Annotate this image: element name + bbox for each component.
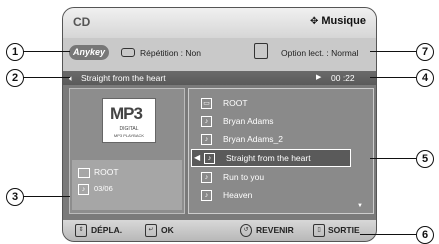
note-icon: ♪: [201, 116, 212, 127]
top-bar: CD ✥ Musique: [63, 8, 376, 38]
now-playing-bar: 🔈︎ Straight from the heart ▶ 00 :22: [63, 71, 376, 85]
note-icon: ✥: [309, 16, 319, 27]
anykey-button[interactable]: Anykey: [69, 45, 110, 60]
callout-3: 3: [6, 188, 24, 206]
list-item[interactable]: ♪ Bryan Adams: [189, 113, 373, 129]
list-item-root[interactable]: ▭ ROOT: [189, 95, 373, 111]
mp3-logo-digital: DIGITAL: [119, 126, 139, 132]
play-icon: ▶: [316, 74, 322, 81]
track-count: 03/06: [94, 184, 113, 193]
info-panel: MP3 DIGITAL MP3 PLAYBACK ROOT ♪ 03/06: [69, 88, 185, 214]
callout-2: 2: [6, 69, 24, 87]
list-item-label: Bryan Adams_2: [223, 134, 284, 144]
callout-7: 7: [416, 43, 434, 61]
folder-name: ROOT: [94, 167, 119, 177]
return-label[interactable]: REVENIR: [256, 225, 294, 235]
bottom-bar: ⇕ DÉPLA. ↵ OK ↺ REVENIR ▯ SORTIE: [63, 220, 376, 241]
move-label[interactable]: DÉPLA.: [91, 225, 122, 235]
list-item-label: Run to you: [223, 172, 265, 182]
speaker-icon: ◀: [194, 153, 201, 162]
list-item-label: Bryan Adams: [223, 116, 274, 126]
exit-icon: ▯: [313, 224, 325, 237]
scroll-down-icon[interactable]: ▼: [357, 203, 363, 209]
note-icon: ♪: [204, 153, 215, 164]
read-option-status[interactable]: Option lect. : Normal: [281, 48, 358, 58]
callout-3-line: [23, 196, 70, 197]
page-title: CD: [73, 15, 91, 29]
move-icon: ⇕: [75, 224, 87, 237]
callout-5: 5: [416, 150, 434, 168]
folder-info: ROOT ♪ 03/06: [72, 160, 182, 210]
callout-2-line: [23, 77, 70, 78]
exit-label[interactable]: SORTIE: [328, 225, 360, 235]
repeat-icon: [121, 48, 135, 57]
read-option-icon: [254, 43, 268, 59]
info-bar: Anykey Répétition : Non Option lect. : N…: [63, 38, 376, 71]
repeat-status[interactable]: Répétition : Non: [140, 48, 201, 58]
callout-7-line: [370, 51, 416, 52]
list-item-label: Straight from the heart: [226, 153, 311, 163]
current-track-title: Straight from the heart: [81, 73, 166, 83]
return-icon: ↺: [240, 224, 252, 237]
ok-label[interactable]: OK: [161, 225, 174, 235]
mp3-logo-playback: MP3 PLAYBACK: [113, 133, 145, 138]
folder-icon: [78, 168, 90, 178]
callout-6: 6: [416, 226, 434, 244]
elapsed-time: 00 :22: [331, 73, 355, 83]
callout-1: 1: [6, 43, 24, 61]
list-item-label: ROOT: [223, 98, 248, 108]
callout-6-line: [360, 234, 416, 235]
note-icon: ♪: [201, 190, 212, 201]
note-icon: ♪: [201, 134, 212, 145]
file-list: ▭ ROOT ♪ Bryan Adams ♪ Bryan Adams_2 ◀ ♪…: [188, 88, 374, 214]
list-item[interactable]: ♪ Run to you: [189, 169, 373, 185]
speaker-icon: 🔈︎: [69, 74, 74, 83]
mp3-logo: MP3 DIGITAL MP3 PLAYBACK: [102, 98, 156, 143]
list-item-selected[interactable]: ◀ ♪ Straight from the heart: [191, 149, 351, 167]
mode-label: ✥ Musique: [309, 15, 366, 27]
ok-icon: ↵: [145, 224, 157, 237]
callout-5-line: [370, 158, 416, 159]
mp3-logo-text: MP3: [110, 104, 143, 123]
callout-4: 4: [416, 69, 434, 87]
note-icon: ♪: [201, 172, 212, 183]
folder-icon: ▭: [201, 98, 212, 109]
callout-4-line: [370, 77, 416, 78]
note-icon: ♪: [78, 184, 89, 195]
list-item-label: Heaven: [223, 190, 253, 200]
tv-screen: CD ✥ Musique Anykey Répétition : Non Opti…: [62, 7, 377, 242]
list-item[interactable]: ♪ Bryan Adams_2: [189, 131, 373, 147]
list-item[interactable]: ♪ Heaven: [189, 187, 373, 203]
callout-1-line: [23, 51, 70, 52]
